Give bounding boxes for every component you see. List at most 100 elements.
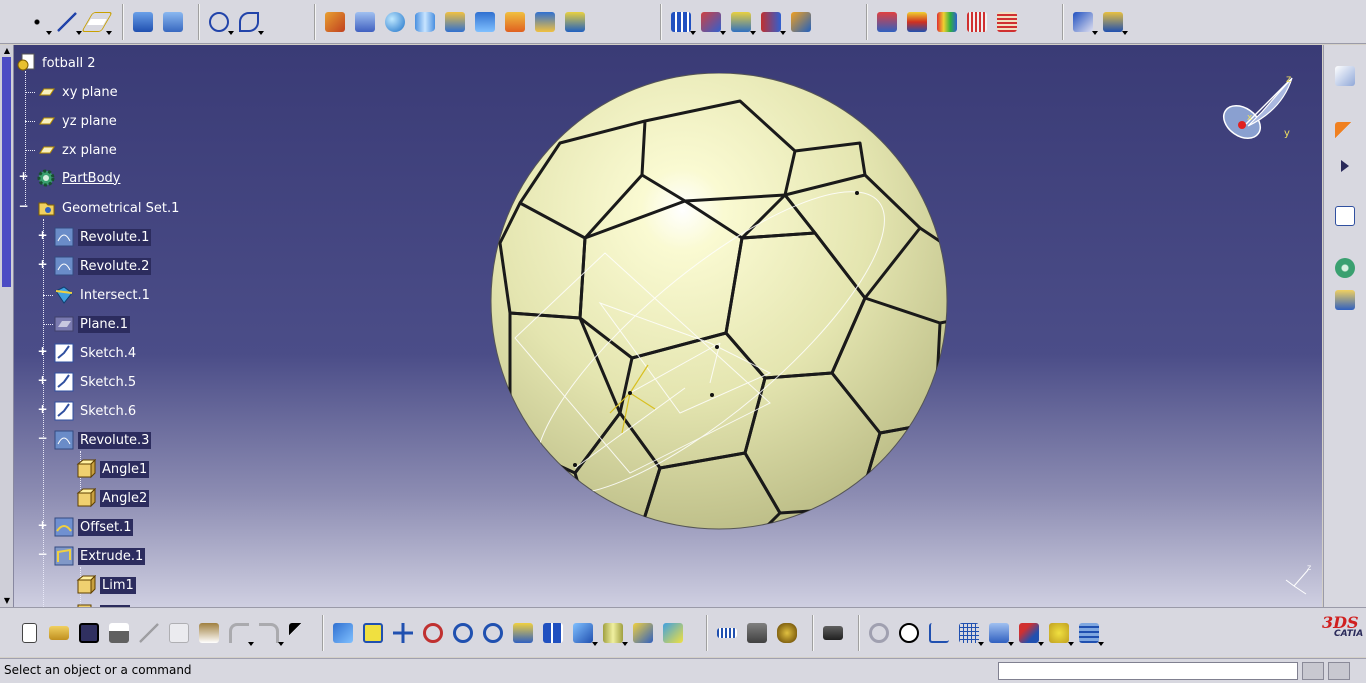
- translate-button[interactable]: [696, 7, 726, 37]
- law-button[interactable]: [786, 7, 816, 37]
- save-button[interactable]: [74, 618, 104, 648]
- collapse-toggle[interactable]: −: [37, 432, 48, 444]
- tree-root-node[interactable]: fotball 2: [16, 51, 97, 75]
- geometrical-set-button[interactable]: [1332, 287, 1358, 313]
- measure-inertia-button[interactable]: [772, 618, 802, 648]
- sphere-button[interactable]: [380, 7, 410, 37]
- revolve-surface-button[interactable]: [158, 7, 188, 37]
- cylinder-button[interactable]: [410, 7, 440, 37]
- soccer-ball-model[interactable]: [480, 73, 960, 563]
- tree-item-intersect-1[interactable]: Intersect.1: [54, 283, 152, 307]
- fit-all-button[interactable]: [358, 618, 388, 648]
- capture-button[interactable]: [818, 618, 848, 648]
- snap-button[interactable]: [984, 618, 1014, 648]
- tree-item-plane-1[interactable]: Plane.1: [54, 312, 131, 336]
- join-button[interactable]: [320, 7, 350, 37]
- fly-mode-button[interactable]: [328, 618, 358, 648]
- axis-system-button[interactable]: [756, 7, 786, 37]
- status-button-1[interactable]: [1302, 662, 1324, 680]
- expand-toggle[interactable]: +: [37, 374, 48, 386]
- sketcher-button[interactable]: [1332, 63, 1358, 89]
- line-tool-button[interactable]: [52, 7, 82, 37]
- measure-between-button[interactable]: [712, 618, 742, 648]
- compass-widget[interactable]: z y x: [1212, 70, 1302, 150]
- extrude-surface-button[interactable]: [128, 7, 158, 37]
- expand-toggle[interactable]: +: [18, 170, 29, 182]
- expand-toggle[interactable]: +: [37, 519, 48, 531]
- knowledge-button[interactable]: [1044, 618, 1074, 648]
- print-button[interactable]: [104, 618, 134, 648]
- scroll-up-arrow[interactable]: ▲: [2, 47, 12, 55]
- tree-item-angle-1[interactable]: Angle1: [76, 457, 150, 481]
- constraint-button[interactable]: [1014, 618, 1044, 648]
- tree-item-yz-plane[interactable]: yz plane: [36, 109, 119, 133]
- fill-button[interactable]: [440, 7, 470, 37]
- 3d-viewport[interactable]: ▲ ▼ fotball 2 xy plane yz plane zx plane…: [0, 45, 1322, 607]
- normal-view-button[interactable]: [508, 618, 538, 648]
- open-file-button[interactable]: [44, 618, 74, 648]
- tree-item-geometrical-set[interactable]: Geometrical Set.1: [36, 196, 181, 220]
- extrapolate-button[interactable]: [726, 7, 756, 37]
- select-button[interactable]: [1332, 119, 1358, 145]
- pan-button[interactable]: [388, 618, 418, 648]
- tree-item-revolute-2[interactable]: Revolute.2: [54, 254, 152, 278]
- blend-button[interactable]: [470, 7, 500, 37]
- copy-button[interactable]: [164, 618, 194, 648]
- porcupine-analysis-button[interactable]: [962, 7, 992, 37]
- offset-button[interactable]: [530, 7, 560, 37]
- point-tool-button[interactable]: [22, 7, 52, 37]
- connect-checker-button[interactable]: [872, 7, 902, 37]
- tree-item-revolute-3[interactable]: Revolute.3: [54, 428, 152, 452]
- tree-scrollbar[interactable]: ▲ ▼: [0, 45, 14, 607]
- zoom-out-button[interactable]: [478, 618, 508, 648]
- tree-item-sketch-5[interactable]: Sketch.5: [54, 370, 138, 394]
- power-input-field[interactable]: [998, 662, 1298, 680]
- curvature-analysis-button[interactable]: [932, 7, 962, 37]
- rotate-button[interactable]: [418, 618, 448, 648]
- collapse-toggle[interactable]: −: [18, 200, 29, 212]
- tree-item-angle-2[interactable]: Angle2: [76, 486, 150, 510]
- redo-button[interactable]: [254, 618, 284, 648]
- sketch-tool-button[interactable]: [1332, 203, 1358, 229]
- work-on-support-button[interactable]: [1098, 7, 1128, 37]
- healing-button[interactable]: [350, 7, 380, 37]
- expand-toggle[interactable]: +: [37, 258, 48, 270]
- tree-item-partbody[interactable]: PartBody: [36, 166, 122, 190]
- grab-button[interactable]: [894, 618, 924, 648]
- spin-button[interactable]: [864, 618, 894, 648]
- cut-button[interactable]: [134, 618, 164, 648]
- swap-visible-space-button[interactable]: [658, 618, 688, 648]
- undo-button[interactable]: [224, 618, 254, 648]
- expand-toggle[interactable]: +: [37, 403, 48, 415]
- tree-item-offset-1[interactable]: Offset.1: [54, 515, 134, 539]
- tree-item-extrude-1[interactable]: Extrude.1: [54, 544, 146, 568]
- tree-item-xy-plane[interactable]: xy plane: [36, 80, 120, 104]
- zoom-in-button[interactable]: [448, 618, 478, 648]
- tree-item-lim-1[interactable]: Lim1: [76, 573, 136, 597]
- update-button[interactable]: [1068, 7, 1098, 37]
- tree-item-revolute-1[interactable]: Revolute.1: [54, 225, 152, 249]
- tree-item-sketch-6[interactable]: Sketch.6: [54, 399, 138, 423]
- measure-item-button[interactable]: [742, 618, 772, 648]
- tree-item-zx-plane[interactable]: zx plane: [36, 138, 119, 162]
- grid-button[interactable]: [954, 618, 984, 648]
- new-file-button[interactable]: [14, 618, 44, 648]
- sweep-button[interactable]: [500, 7, 530, 37]
- circle-tool-button[interactable]: [204, 7, 234, 37]
- multi-section-button[interactable]: [560, 7, 590, 37]
- tree-item-sketch-4[interactable]: Sketch.4: [54, 341, 138, 365]
- spline-tool-button[interactable]: [234, 7, 264, 37]
- isometric-view-button[interactable]: [568, 618, 598, 648]
- draft-analysis-button[interactable]: [902, 7, 932, 37]
- tree-item-partial[interactable]: [76, 598, 130, 607]
- plane-tool-button[interactable]: [81, 7, 113, 37]
- multi-view-button[interactable]: [538, 618, 568, 648]
- pattern-button[interactable]: [666, 7, 696, 37]
- expand-toggle[interactable]: +: [37, 345, 48, 357]
- shading-button[interactable]: [598, 618, 628, 648]
- layer-button[interactable]: [1074, 618, 1104, 648]
- expand-toolbar-button[interactable]: [1332, 153, 1358, 179]
- hide-show-button[interactable]: [628, 618, 658, 648]
- specification-tree[interactable]: fotball 2 xy plane yz plane zx plane + P…: [14, 45, 314, 607]
- scroll-down-arrow[interactable]: ▼: [2, 597, 12, 605]
